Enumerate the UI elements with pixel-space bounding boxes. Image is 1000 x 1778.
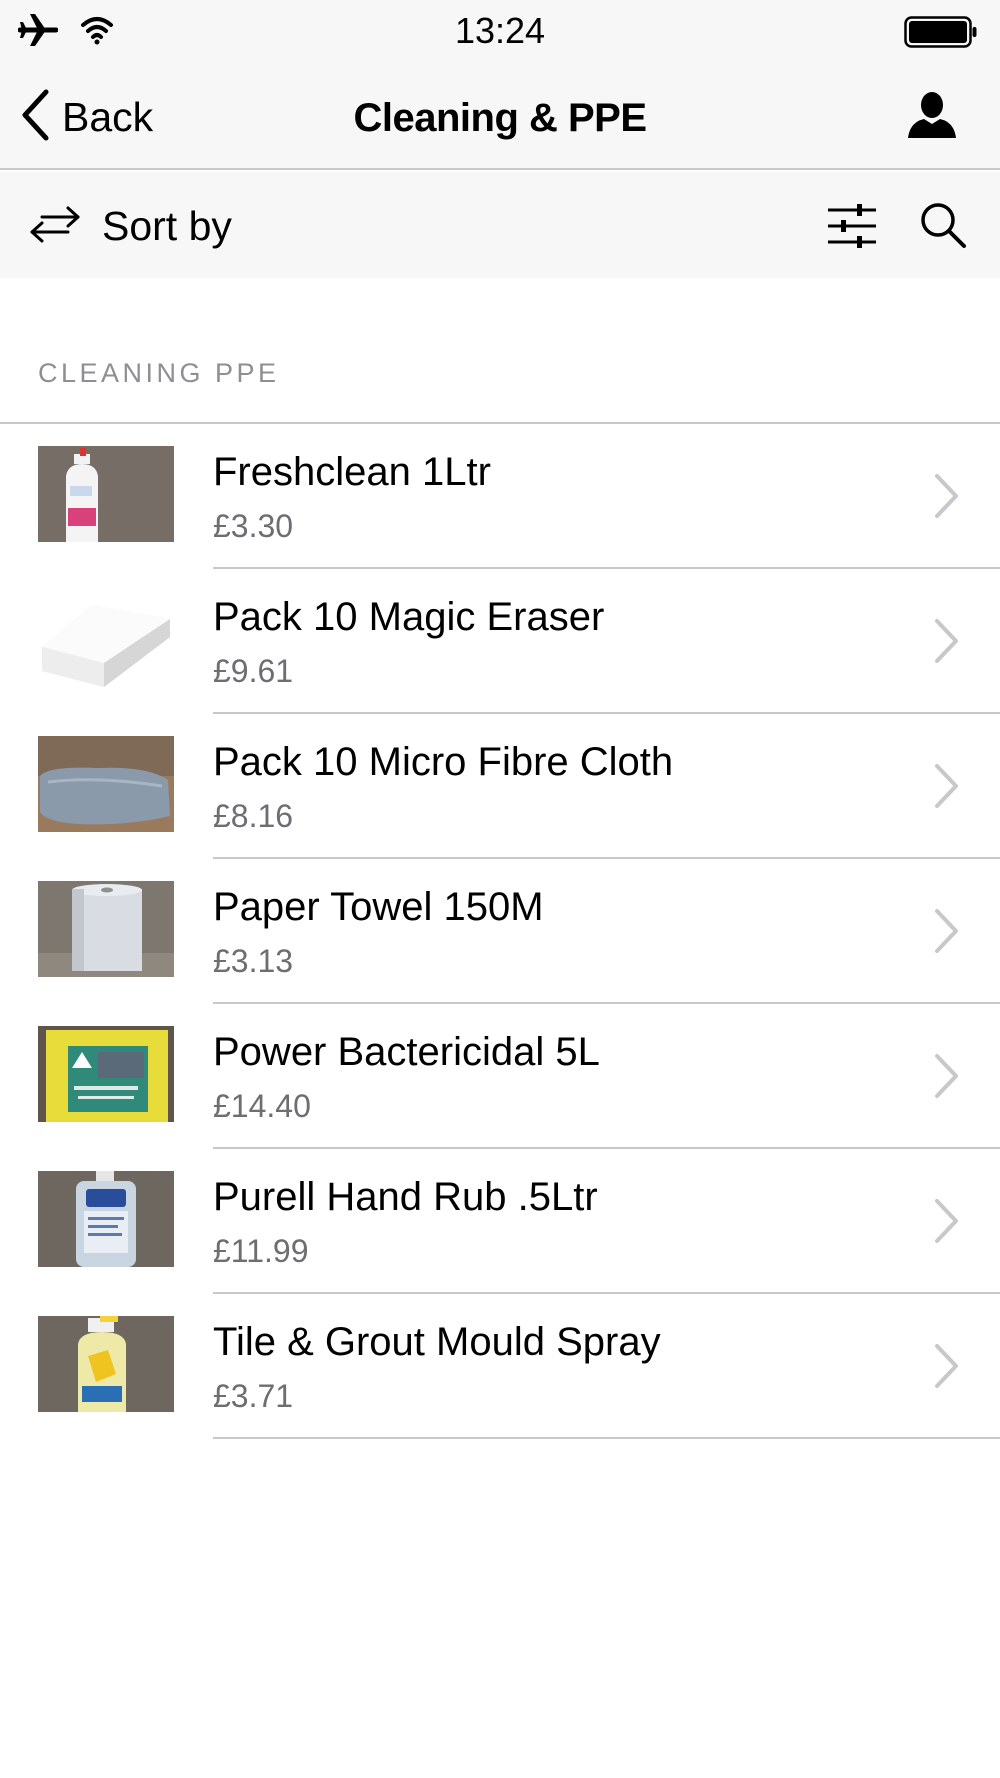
product-row-tile-grout-spray[interactable]: Tile & Grout Mould Spray £3.71 [0, 1294, 1000, 1439]
user-icon [906, 92, 958, 146]
product-name: Power Bactericidal 5L [213, 1030, 600, 1074]
product-price: £3.13 [213, 943, 294, 979]
product-name: Pack 10 Micro Fibre Cloth [213, 740, 674, 784]
product-row-paper-towel[interactable]: Paper Towel 150M £3.13 [0, 859, 1000, 1004]
product-row-power-bactericidal[interactable]: Power Bactericidal 5L £14.40 [0, 1004, 1000, 1149]
product-list: Freshclean 1Ltr £3.30 Pack 10 Magic Eras… [0, 424, 1000, 1439]
filter-button[interactable] [826, 202, 878, 250]
status-bar: 13:24 [0, 0, 1000, 64]
product-row-micro-fibre-cloth[interactable]: Pack 10 Micro Fibre Cloth £8.16 [0, 714, 1000, 859]
product-price: £9.61 [213, 653, 294, 689]
product-price: £3.30 [213, 508, 294, 544]
product-price: £14.40 [213, 1088, 311, 1124]
battery-icon [904, 16, 978, 53]
product-thumbnail [38, 1316, 174, 1412]
product-price: £8.16 [213, 798, 294, 834]
sort-arrows-icon [28, 204, 82, 249]
product-price: £3.71 [213, 1378, 294, 1414]
product-thumbnail [38, 446, 174, 542]
chevron-right-icon [932, 762, 960, 810]
navigation-bar: Back Cleaning & PPE [0, 64, 1000, 170]
product-row-magic-eraser[interactable]: Pack 10 Magic Eraser £9.61 [0, 569, 1000, 714]
product-name: Pack 10 Magic Eraser [213, 595, 605, 639]
product-name: Paper Towel 150M [213, 885, 544, 929]
product-row-freshclean[interactable]: Freshclean 1Ltr £3.30 [0, 424, 1000, 569]
chevron-right-icon [932, 907, 960, 955]
chevron-right-icon [932, 1197, 960, 1245]
row-divider [213, 1437, 1000, 1439]
product-name: Tile & Grout Mould Spray [213, 1320, 661, 1364]
status-time: 13:24 [454, 10, 546, 51]
search-icon [918, 203, 968, 254]
toolbar: Sort by [0, 172, 1000, 278]
chevron-right-icon [932, 1342, 960, 1390]
product-thumbnail [38, 881, 174, 977]
profile-button[interactable] [906, 90, 958, 142]
product-row-purell-hand-rub[interactable]: Purell Hand Rub .5Ltr £11.99 [0, 1149, 1000, 1294]
section-header: CLEANING PPE [38, 358, 280, 388]
product-name: Freshclean 1Ltr [213, 450, 491, 494]
sort-label: Sort by [102, 202, 232, 249]
page-title: Cleaning & PPE [353, 96, 647, 140]
product-thumbnail [38, 1026, 174, 1122]
product-thumbnail [38, 591, 174, 687]
chevron-right-icon [932, 617, 960, 665]
product-thumbnail [38, 736, 174, 832]
sliders-icon [826, 204, 878, 254]
product-name: Purell Hand Rub .5Ltr [213, 1175, 598, 1219]
product-price: £11.99 [213, 1233, 309, 1269]
product-thumbnail [38, 1171, 174, 1267]
search-button[interactable] [918, 200, 968, 250]
chevron-right-icon [932, 472, 960, 520]
chevron-right-icon [932, 1052, 960, 1100]
sort-button[interactable]: Sort by [28, 198, 232, 254]
